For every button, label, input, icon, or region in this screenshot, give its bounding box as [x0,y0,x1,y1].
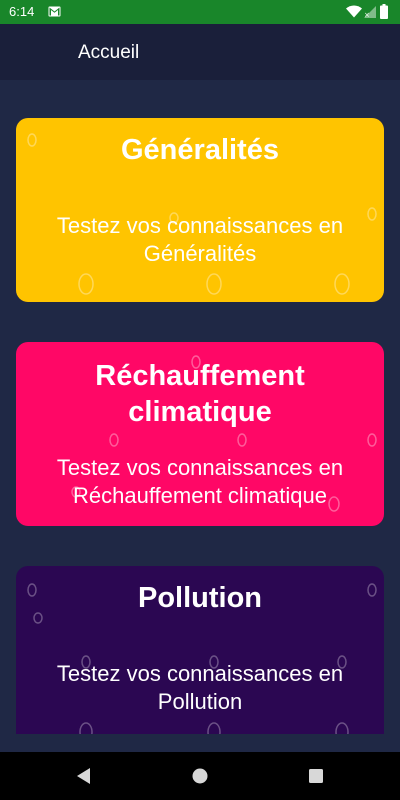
screen: 6:14 × Accueil Généralités Testez vos co… [0,0,400,800]
card-description-line: Testez vos connaissances en [56,455,344,480]
back-icon[interactable] [74,766,94,786]
wifi-icon [346,5,362,18]
category-card-pollution[interactable]: Pollution Testez vos connaissances en Po… [16,566,384,734]
card-title: Généralités [121,134,279,166]
system-nav-bar [0,752,400,800]
card-description-line: Testez vos connaissances en [56,213,344,238]
card-description: Testez vos connaissances en Réchauffemen… [16,454,384,510]
signal-icon: × [364,6,376,18]
page-title: Accueil [78,42,140,63]
gmail-icon [48,6,61,17]
card-description-line: Testez vos connaissances en [56,661,344,686]
status-time: 6:14 [9,4,35,19]
card-title-line: climatique [128,396,272,428]
status-bar: 6:14 × [0,0,400,24]
battery-icon [380,4,388,19]
card-description: Testez vos connaissances en Pollution [16,660,384,716]
category-list: Généralités Testez vos connaissances en … [0,80,400,734]
home-icon[interactable] [190,766,210,786]
card-description-line: Réchauffement climatique [73,483,327,508]
card-title: Réchauffement climatique [16,358,384,430]
card-description-line: Pollution [157,689,243,714]
card-description: Testez vos connaissances en Généralités [16,212,384,268]
category-card-rechauffement-climatique[interactable]: Réchauffement climatique Testez vos conn… [16,342,384,526]
card-title: Pollution [137,582,263,614]
category-card-generalites[interactable]: Généralités Testez vos connaissances en … [16,118,384,302]
recents-icon[interactable] [306,766,326,786]
card-title-line: Réchauffement [95,360,305,392]
app-bar: Accueil [0,24,400,80]
svg-text:×: × [364,11,370,18]
card-description-line: Généralités [143,241,257,266]
